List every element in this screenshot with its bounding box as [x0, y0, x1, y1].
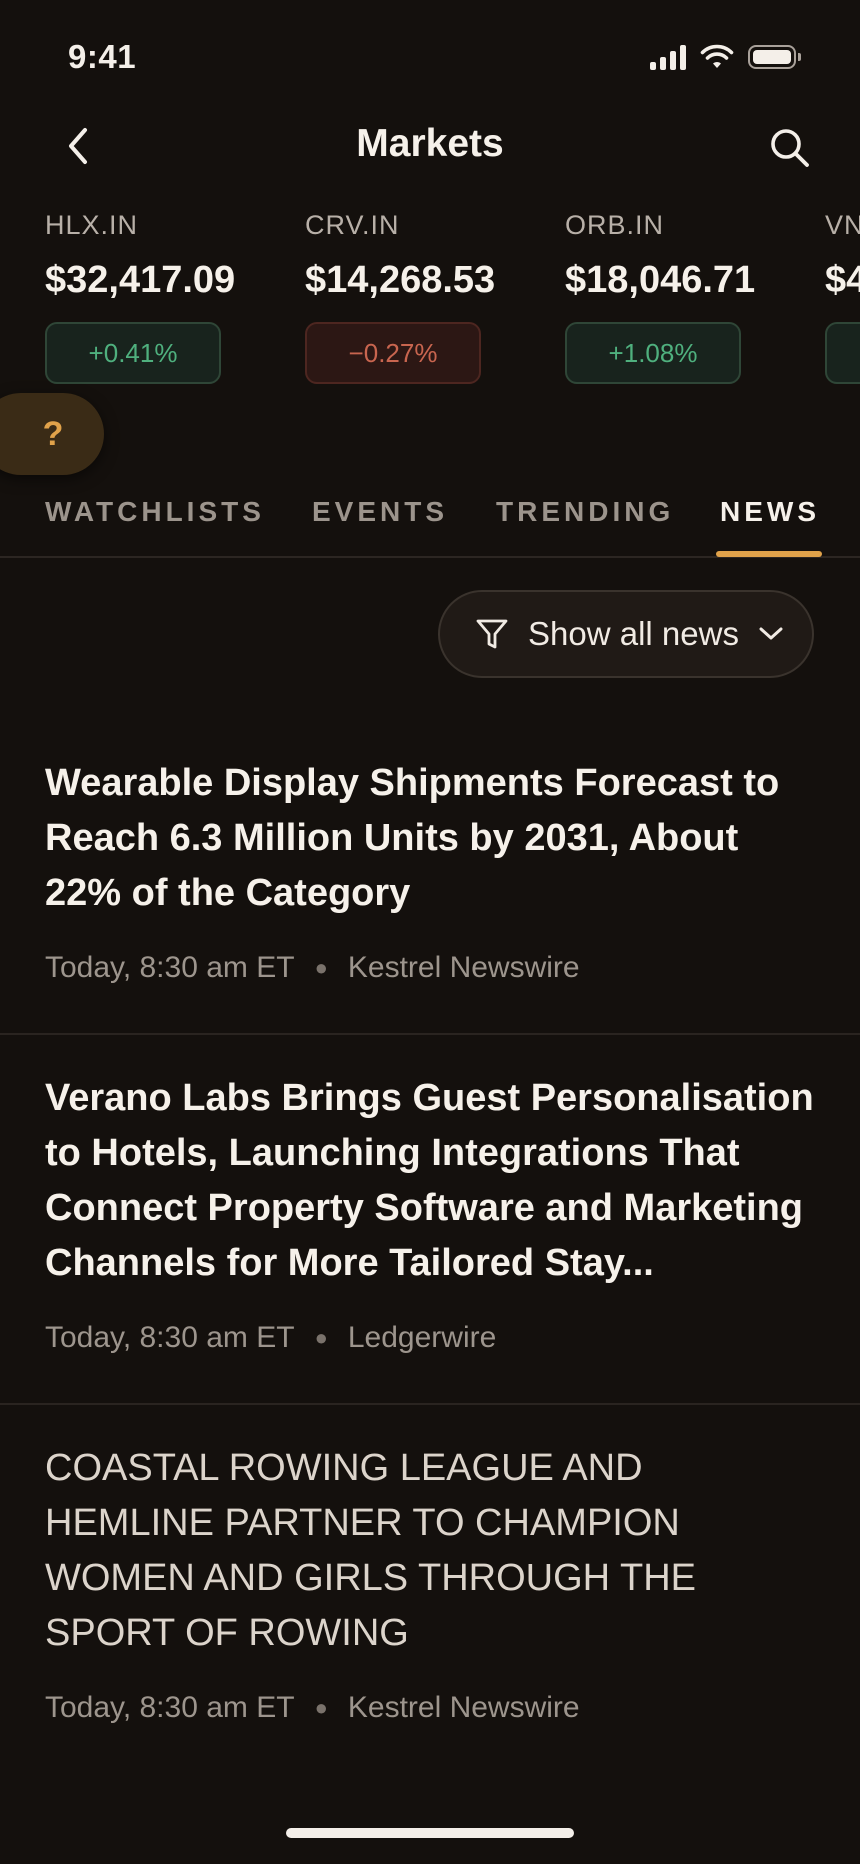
ticker-change-badge: [825, 322, 860, 384]
tab-watchlists[interactable]: WATCHLISTS: [45, 496, 265, 528]
news-item[interactable]: Wearable Display Shipments Forecast to R…: [0, 720, 860, 1035]
news-time: Today, 8:30 am ET: [45, 1691, 295, 1724]
news-source: Kestrel Newswire: [347, 1691, 580, 1724]
news-meta: Today, 8:30 am ET ● Kestrel Newswire: [45, 951, 815, 985]
ticker-change-badge: −0.27%: [305, 322, 481, 384]
tab-events[interactable]: EVENTS: [312, 496, 448, 528]
bottom-fade: [0, 1774, 860, 1864]
news-meta: Today, 8:30 am ET ● Ledgerwire: [45, 1321, 815, 1355]
search-icon: [771, 129, 809, 167]
news-filter-dropdown[interactable]: Show all news: [438, 590, 814, 678]
filter-icon: [476, 619, 508, 649]
ticker-symbol: ORB.IN: [565, 210, 665, 240]
active-tab-indicator: [716, 551, 822, 557]
news-headline: COASTAL ROWING LEAGUE AND HEMLINE PARTNE…: [45, 1447, 696, 1654]
ticker-price: $4: [825, 259, 860, 301]
news-headline: Wearable Display Shipments Forecast to R…: [45, 762, 780, 914]
ticker-card[interactable]: HLX.IN $32,417.09 +0.41%: [45, 210, 285, 384]
ticker-strip[interactable]: HLX.IN $32,417.09 +0.41% CRV.IN $14,268.…: [0, 210, 860, 390]
ticker-symbol: VN: [825, 210, 860, 240]
help-button[interactable]: ?: [0, 393, 104, 475]
chevron-down-icon: [759, 627, 783, 640]
help-label: ?: [42, 414, 64, 453]
ticker-card[interactable]: CRV.IN $14,268.53 −0.27%: [305, 210, 545, 384]
nav-bar: Markets: [0, 110, 860, 182]
meta-separator: ●: [314, 1325, 328, 1350]
battery-icon: [748, 45, 801, 69]
tab-trending[interactable]: TRENDING: [496, 496, 674, 528]
ticker-price: $18,046.71: [565, 259, 756, 301]
news-meta: Today, 8:30 am ET ● Kestrel Newswire: [45, 1691, 815, 1725]
status-icons: [650, 44, 801, 70]
status-time: 9:41: [68, 38, 137, 75]
ticker-card[interactable]: ORB.IN $18,046.71 +1.08%: [565, 210, 805, 384]
ticker-price: $32,417.09: [45, 259, 236, 301]
search-button[interactable]: [760, 118, 820, 178]
news-time: Today, 8:30 am ET: [45, 1321, 295, 1354]
meta-separator: ●: [314, 955, 328, 980]
filter-label: Show all news: [528, 615, 739, 652]
ticker-symbol: HLX.IN: [45, 210, 139, 240]
status-bar: 9:41: [0, 0, 860, 110]
ticker-change-badge: +1.08%: [565, 322, 741, 384]
news-headline: Verano Labs Brings Guest Personalisation…: [45, 1077, 814, 1284]
news-source: Ledgerwire: [347, 1321, 497, 1354]
cellular-signal-icon: [650, 44, 686, 70]
page-title: Markets: [356, 122, 504, 165]
home-indicator: [286, 1828, 574, 1838]
ticker-change-badge: +0.41%: [45, 322, 221, 384]
ticker-price: $14,268.53: [305, 259, 496, 301]
news-list: Wearable Display Shipments Forecast to R…: [0, 720, 860, 1773]
wifi-icon: [700, 44, 734, 68]
ticker-symbol: CRV.IN: [305, 210, 400, 240]
news-time: Today, 8:30 am ET: [45, 951, 295, 984]
news-source: Kestrel Newswire: [347, 951, 580, 984]
news-item[interactable]: COASTAL ROWING LEAGUE AND HEMLINE PARTNE…: [0, 1405, 860, 1773]
tab-bar: WATCHLISTS EVENTS TRENDING NEWS: [0, 480, 860, 558]
ticker-card[interactable]: VN $4: [825, 210, 860, 384]
news-item[interactable]: Verano Labs Brings Guest Personalisation…: [0, 1035, 860, 1405]
tab-news[interactable]: NEWS: [720, 496, 820, 528]
meta-separator: ●: [314, 1695, 328, 1720]
